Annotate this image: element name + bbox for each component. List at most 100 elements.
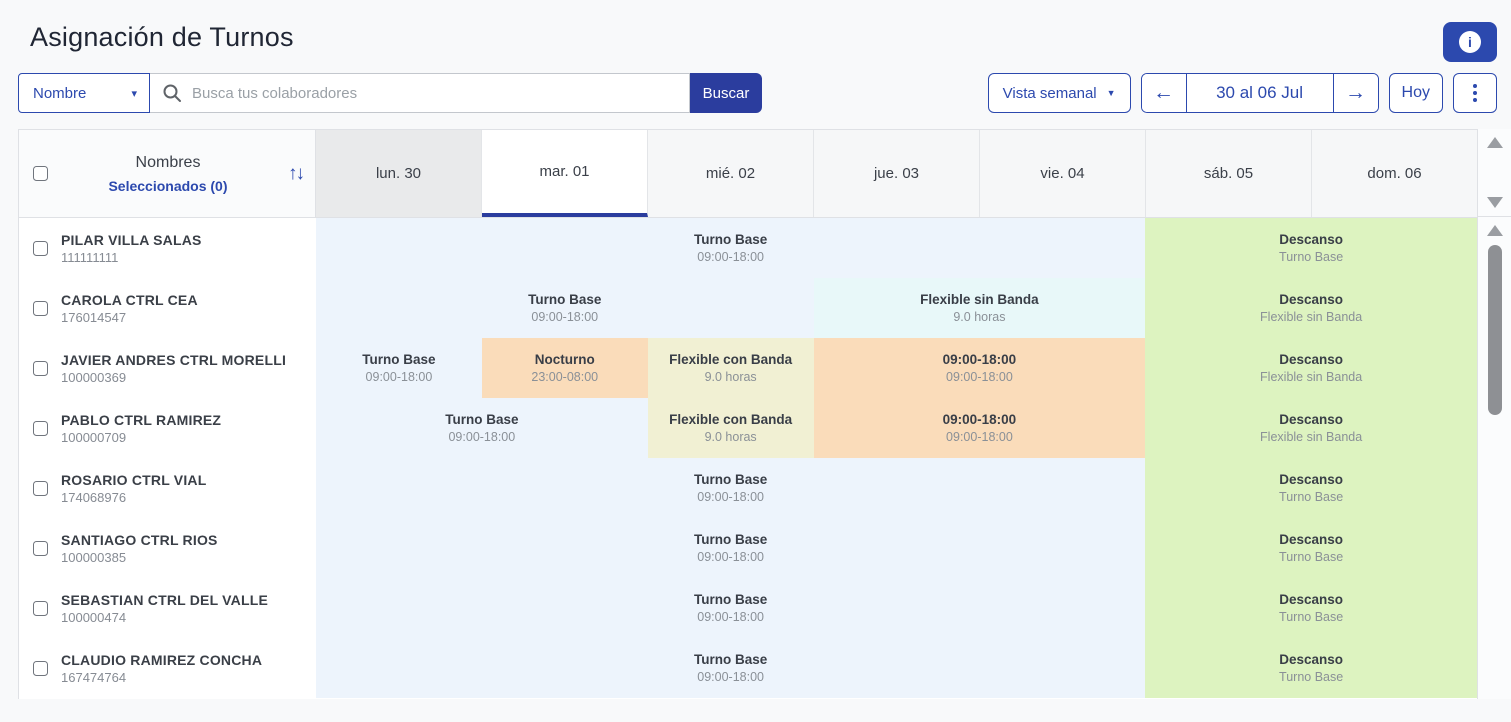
table-header: Nombres Seleccionados (0) ↑↓ lun. 30mar.…	[19, 130, 1477, 218]
shift-block[interactable]: Turno Base09:00-18:00	[316, 218, 1145, 278]
employee-name: ROSARIO CTRL VIAL	[61, 472, 206, 488]
row-checkbox[interactable]	[33, 301, 48, 316]
employee-name: CAROLA CTRL CEA	[61, 292, 198, 308]
scroll-up-icon[interactable]	[1487, 225, 1503, 236]
date-navigator: ← 30 al 06 Jul →	[1141, 73, 1379, 113]
name-filter-dropdown[interactable]: Nombre ▾	[18, 73, 150, 113]
shift-title: Turno Base	[362, 352, 435, 367]
shift-block[interactable]: Turno Base 09:00-18:00	[316, 398, 648, 458]
row-checkbox[interactable]	[33, 481, 48, 496]
search-input[interactable]	[192, 85, 679, 102]
shift-lane: Turno Base 09:00-18:00 Flexible con Banda9…	[316, 398, 1477, 458]
more-options-button[interactable]	[1453, 73, 1497, 113]
row-checkbox[interactable]	[33, 361, 48, 376]
shift-title: Turno Base	[445, 412, 518, 427]
shift-block[interactable]: DescansoTurno Base	[1145, 578, 1477, 638]
scroll-up-icon[interactable]	[1487, 137, 1503, 148]
shift-title: Turno Base	[694, 592, 767, 607]
table-row: JAVIER ANDRES CTRL MORELLI 100000369 Tur…	[19, 338, 1477, 398]
names-header-label: Nombres	[48, 154, 288, 172]
day-headers: lun. 30mar. 01mié. 02jue. 03vie. 04sáb. …	[316, 130, 1477, 217]
view-selector-dropdown[interactable]: Vista semanal ▼	[988, 73, 1131, 113]
day-header-3[interactable]: mié. 02	[648, 130, 814, 217]
shift-block[interactable]: Turno Base09:00-18:00	[316, 578, 1145, 638]
shift-lane: Turno Base09:00-18:00Nocturno23:00-08:00…	[316, 338, 1477, 398]
search-button[interactable]: Buscar	[690, 73, 762, 113]
shift-block[interactable]: Turno Base09:00-18:00	[316, 338, 482, 398]
day-header-5[interactable]: vie. 04	[980, 130, 1146, 217]
shift-block[interactable]: Flexible con Banda9.0 horas	[648, 338, 814, 398]
scrollbar-gutter	[1478, 129, 1511, 699]
employee-cell: SEBASTIAN CTRL DEL VALLE 100000474	[19, 578, 316, 638]
shift-title: Turno Base	[694, 472, 767, 487]
day-header-1[interactable]: lun. 30	[316, 130, 482, 217]
scroll-down-icon[interactable]	[1487, 197, 1503, 208]
shift-lane: Turno Base09:00-18:00DescansoTurno Base	[316, 578, 1477, 638]
employee-id: 174068976	[61, 490, 206, 505]
shift-block[interactable]: DescansoFlexible sin Banda	[1145, 278, 1477, 338]
kebab-menu-icon	[1473, 84, 1477, 102]
prev-week-button[interactable]: ←	[1142, 74, 1186, 112]
row-checkbox[interactable]	[33, 541, 48, 556]
shift-block[interactable]: Turno Base09:00-18:00	[316, 638, 1145, 698]
shift-block[interactable]: DescansoTurno Base	[1145, 458, 1477, 518]
employee-cell: PILAR VILLA SALAS 111111111	[19, 218, 316, 278]
shift-title: Flexible con Banda	[669, 412, 792, 427]
employee-id: 167474764	[61, 670, 262, 685]
shift-block[interactable]: Turno Base09:00-18:00	[316, 518, 1145, 578]
employee-cell: CLAUDIO RAMIREZ CONCHA 167474764	[19, 638, 316, 698]
employee-name: SANTIAGO CTRL RIOS	[61, 532, 218, 548]
table-row: PABLO CTRL RAMIREZ 100000709 Turno Base0…	[19, 398, 1477, 458]
shift-title: Turno Base	[528, 292, 601, 307]
search-group: Nombre ▾ Buscar	[18, 73, 762, 113]
row-checkbox[interactable]	[33, 601, 48, 616]
shift-lane: Turno Base09:00-18:00DescansoTurno Base	[316, 218, 1477, 278]
employee-cell: SANTIAGO CTRL RIOS 100000385	[19, 518, 316, 578]
table-row: SANTIAGO CTRL RIOS 100000385 Turno Base0…	[19, 518, 1477, 578]
shift-subtitle: Flexible sin Banda	[1260, 370, 1362, 384]
scrollbar-thumb[interactable]	[1488, 245, 1502, 415]
name-filter-label: Nombre	[33, 85, 86, 102]
shift-subtitle: 09:00-18:00	[697, 490, 764, 504]
row-checkbox[interactable]	[33, 421, 48, 436]
shift-lane: Turno Base09:00-18:00Flexible sin Banda9…	[316, 278, 1477, 338]
day-header-4[interactable]: jue. 03	[814, 130, 980, 217]
day-header-7[interactable]: dom. 06	[1312, 130, 1477, 217]
today-button[interactable]: Hoy	[1389, 73, 1443, 113]
shift-subtitle: 09:00-18:00	[448, 430, 515, 444]
shift-title: Descanso	[1279, 652, 1343, 667]
employee-cell: ROSARIO CTRL VIAL 174068976	[19, 458, 316, 518]
names-header-cell: Nombres Seleccionados (0) ↑↓	[19, 130, 316, 217]
shift-title: 09:00-18:00	[943, 352, 1017, 367]
shift-block[interactable]: 09:00-18:0009:00-18:00	[814, 338, 1146, 398]
row-checkbox[interactable]	[33, 661, 48, 676]
shift-lane: Turno Base09:00-18:00DescansoTurno Base	[316, 638, 1477, 698]
select-all-checkbox[interactable]	[33, 166, 48, 181]
shift-block[interactable]: Nocturno23:00-08:00	[482, 338, 648, 398]
shift-block[interactable]: DescansoFlexible sin Banda	[1145, 398, 1477, 458]
shift-block[interactable]: DescansoTurno Base	[1145, 638, 1477, 698]
employee-name: CLAUDIO RAMIREZ CONCHA	[61, 652, 262, 668]
shift-block[interactable]: 09:00-18:0009:00-18:00	[814, 398, 1146, 458]
table-row: ROSARIO CTRL VIAL 174068976 Turno Base 09…	[19, 458, 1477, 518]
sort-arrows-icon[interactable]: ↑↓	[288, 163, 303, 185]
shift-block[interactable]: DescansoTurno Base	[1145, 218, 1477, 278]
search-icon	[162, 83, 182, 103]
employee-id: 176014547	[61, 310, 198, 325]
next-week-button[interactable]: →	[1334, 74, 1378, 112]
info-button[interactable]: i	[1443, 22, 1497, 62]
day-header-2[interactable]: mar. 01	[482, 130, 648, 217]
view-selector-label: Vista semanal	[1003, 85, 1097, 102]
shift-block[interactable]: Flexible con Banda9.0 horas	[648, 398, 814, 458]
shift-block[interactable]: Turno Base09:00-18:00	[316, 278, 814, 338]
date-range-label[interactable]: 30 al 06 Jul	[1186, 74, 1334, 112]
shift-block[interactable]: Turno Base 09:00-18:00	[316, 458, 1145, 518]
shift-subtitle: 09:00-18:00	[697, 670, 764, 684]
day-header-6[interactable]: sáb. 05	[1146, 130, 1312, 217]
employee-name: JAVIER ANDRES CTRL MORELLI	[61, 352, 286, 368]
row-checkbox[interactable]	[33, 241, 48, 256]
shift-block[interactable]: DescansoTurno Base	[1145, 518, 1477, 578]
shift-grid: Nombres Seleccionados (0) ↑↓ lun. 30mar.…	[18, 129, 1478, 699]
shift-block[interactable]: DescansoFlexible sin Banda	[1145, 338, 1477, 398]
shift-block[interactable]: Flexible sin Banda9.0 horas	[814, 278, 1146, 338]
